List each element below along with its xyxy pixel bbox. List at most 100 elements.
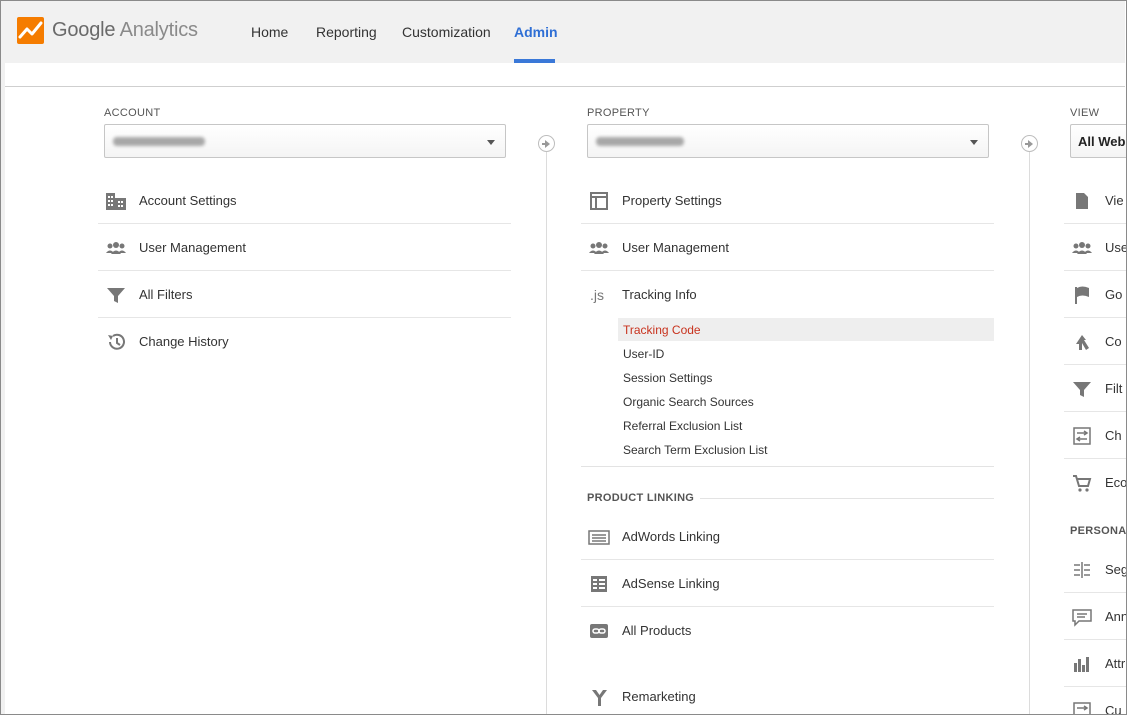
channel-settings-label: Ch <box>1105 428 1122 443</box>
adwords-linking-label: AdWords Linking <box>622 529 721 544</box>
ecommerce-row[interactable]: Eco <box>1064 459 1127 506</box>
link-icon <box>590 624 608 638</box>
adsense-linking-label: AdSense Linking <box>622 576 720 591</box>
property-user-management-row[interactable]: User Management <box>581 224 994 271</box>
filter-icon <box>1073 382 1091 397</box>
adwords-linking-row[interactable]: AdWords Linking <box>581 513 994 560</box>
view-select-value: All Web <box>1078 134 1126 149</box>
view-settings-row[interactable]: Vie <box>1064 177 1127 224</box>
all-filters-row[interactable]: All Filters <box>98 271 511 318</box>
left-edge <box>0 63 5 715</box>
product-linking-heading: PRODUCT LINKING <box>587 492 695 504</box>
filter-icon <box>107 288 125 303</box>
remarketing-icon <box>592 690 607 706</box>
nav-home[interactable]: Home <box>251 24 288 40</box>
tracking-info-label: Tracking Info <box>622 287 697 302</box>
view-user-management-row[interactable]: Use <box>1064 224 1127 271</box>
annotations-label: Ann <box>1105 609 1127 624</box>
change-history-label: Change History <box>139 334 229 349</box>
segments-label: Seg <box>1105 562 1127 577</box>
change-history-row[interactable]: Change History <box>98 318 511 365</box>
brand-analytics: Analytics <box>119 19 198 41</box>
property-name-redacted <box>596 137 684 146</box>
account-name-redacted <box>113 137 205 146</box>
adwords-icon <box>588 530 610 545</box>
column-divider <box>1029 135 1030 715</box>
view-user-management-label: Use <box>1105 240 1127 255</box>
custom-channel-row[interactable]: Cu <box>1064 687 1127 715</box>
all-products-label: All Products <box>622 623 692 638</box>
nav-customization[interactable]: Customization <box>402 24 491 40</box>
attribution-row[interactable]: Attri <box>1064 640 1127 687</box>
ecommerce-label: Eco <box>1105 475 1127 490</box>
cart-icon <box>1073 475 1092 492</box>
row-divider <box>581 466 994 467</box>
history-icon <box>108 333 125 350</box>
goals-label: Go <box>1105 287 1123 302</box>
goals-row[interactable]: Go <box>1064 271 1127 318</box>
tracking-info-row[interactable]: .js Tracking Info <box>581 271 994 318</box>
brand-google: Google <box>52 19 116 41</box>
adsense-icon <box>591 576 607 592</box>
content-grouping-label: Co <box>1105 334 1122 349</box>
users-icon <box>106 242 126 254</box>
view-filters-label: Filt <box>1105 381 1123 396</box>
users-icon <box>589 242 609 254</box>
account-user-management-label: User Management <box>139 240 246 255</box>
annotation-icon <box>1072 609 1092 627</box>
personal-tools-heading: PERSONA <box>1070 525 1127 537</box>
content-grouping-row[interactable]: Co <box>1064 318 1127 365</box>
search-term-exclusion-list-link[interactable]: Search Term Exclusion List <box>623 443 768 457</box>
document-icon <box>1076 193 1088 209</box>
account-user-management-row[interactable]: User Management <box>98 224 511 271</box>
user-id-link[interactable]: User-ID <box>623 347 664 361</box>
view-label: VIEW <box>1070 107 1100 119</box>
chevron-down-icon <box>970 140 978 145</box>
referral-exclusion-list-link[interactable]: Referral Exclusion List <box>623 419 742 433</box>
account-select[interactable] <box>104 124 506 158</box>
view-filters-row[interactable]: Filt <box>1064 365 1127 412</box>
header-divider <box>5 86 1125 87</box>
account-label: ACCOUNT <box>104 107 161 119</box>
property-settings-row[interactable]: Property Settings <box>581 177 994 224</box>
flag-icon <box>1075 286 1089 304</box>
remarketing-label: Remarketing <box>622 689 696 704</box>
tracking-code-link[interactable]: Tracking Code <box>623 323 701 337</box>
header-strip <box>5 63 1125 86</box>
arrow-right-icon <box>1021 135 1038 152</box>
nav-admin[interactable]: Admin <box>514 24 558 40</box>
section-divider <box>700 498 994 499</box>
arrow-right-icon <box>538 135 555 152</box>
channel-icon <box>1073 427 1091 445</box>
window-icon <box>590 192 608 210</box>
segments-row[interactable]: Seg <box>1064 546 1127 593</box>
property-select[interactable] <box>587 124 989 158</box>
attribution-icon <box>1074 657 1089 672</box>
attribution-label: Attri <box>1105 656 1127 671</box>
channel-settings-row[interactable]: Ch <box>1064 412 1127 459</box>
merge-icon <box>1076 335 1089 350</box>
segments-icon <box>1074 562 1090 578</box>
remarketing-row[interactable]: Remarketing <box>581 673 994 715</box>
annotations-row[interactable]: Ann <box>1064 593 1127 640</box>
users-icon <box>1072 242 1092 254</box>
svg-text:.js: .js <box>590 287 604 303</box>
chevron-down-icon <box>487 140 495 145</box>
account-settings-row[interactable]: Account Settings <box>98 177 511 224</box>
analytics-logo-icon[interactable] <box>17 17 44 44</box>
account-settings-label: Account Settings <box>139 193 237 208</box>
property-label: PROPERTY <box>587 107 650 119</box>
view-settings-label: Vie <box>1105 193 1124 208</box>
building-icon <box>106 193 126 210</box>
all-filters-label: All Filters <box>139 287 193 302</box>
custom-channel-label: Cu <box>1105 703 1122 715</box>
js-icon: .js <box>590 287 604 303</box>
organic-search-sources-link[interactable]: Organic Search Sources <box>623 395 754 409</box>
nav-reporting[interactable]: Reporting <box>316 24 377 40</box>
adsense-linking-row[interactable]: AdSense Linking <box>581 560 994 607</box>
column-divider <box>546 135 547 715</box>
view-select[interactable]: All Web <box>1070 124 1127 158</box>
session-settings-link[interactable]: Session Settings <box>623 371 712 385</box>
all-products-row[interactable]: All Products <box>581 607 994 654</box>
brand-name[interactable]: Google Analytics <box>52 19 198 42</box>
